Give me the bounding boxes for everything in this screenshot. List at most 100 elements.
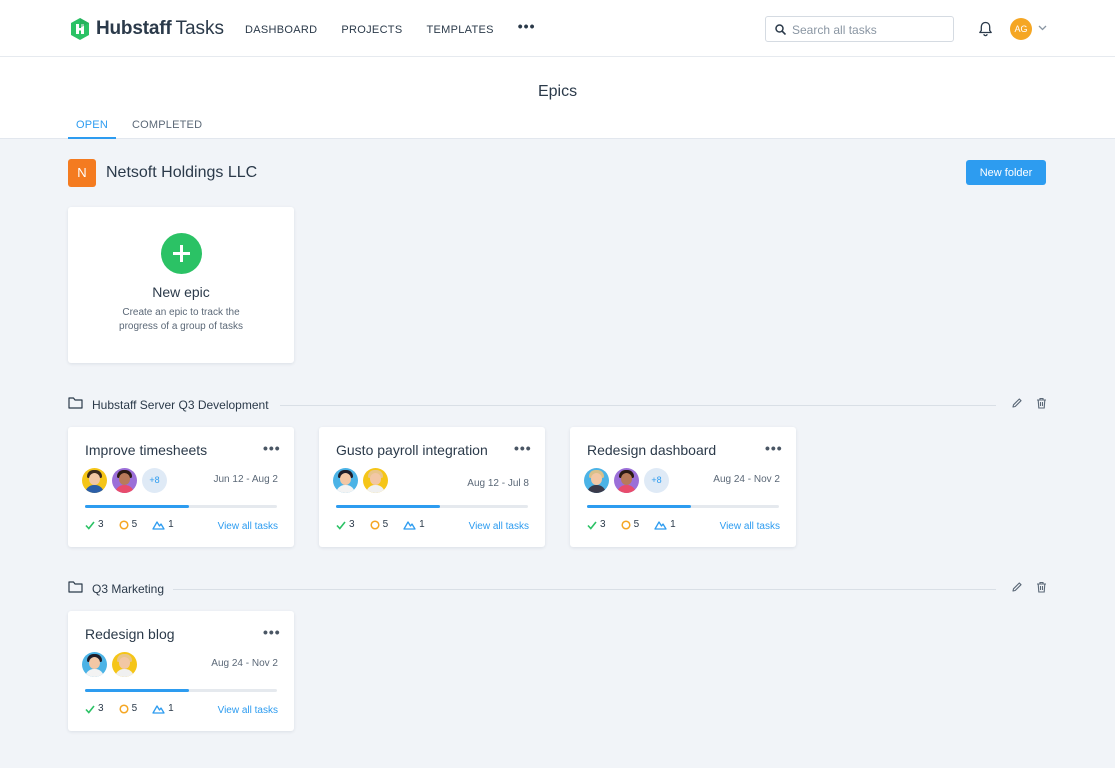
epic-members: +8 xyxy=(82,468,172,493)
trash-icon[interactable] xyxy=(1036,581,1047,593)
epic-card[interactable]: Gusto payroll integration ••• Aug 12 - J… xyxy=(319,427,545,547)
notification-bell-icon[interactable] xyxy=(978,21,993,37)
more-members-badge[interactable]: +8 xyxy=(142,468,167,493)
done-count: 3 xyxy=(85,703,104,714)
epic-menu-button[interactable]: ••• xyxy=(765,440,783,456)
brand-name: Hubstaff xyxy=(96,18,172,39)
org-badge: N xyxy=(68,159,96,187)
epic-progress-bar xyxy=(85,689,277,692)
nav-templates[interactable]: TEMPLATES xyxy=(426,24,493,36)
search-input[interactable] xyxy=(792,21,947,39)
blocked-count: 1 xyxy=(152,519,174,530)
check-icon xyxy=(85,705,95,714)
tab-completed[interactable]: COMPLETED xyxy=(124,119,210,139)
open-count: 5 xyxy=(119,703,138,714)
view-all-tasks-link[interactable]: View all tasks xyxy=(720,521,780,532)
blocked-count-value: 1 xyxy=(168,519,174,530)
edit-pencil-icon[interactable] xyxy=(1011,397,1023,409)
view-all-tasks-link[interactable]: View all tasks xyxy=(218,705,278,716)
open-count-value: 5 xyxy=(131,703,138,714)
member-avatar[interactable] xyxy=(82,652,107,677)
epic-title: Gusto payroll integration xyxy=(336,442,488,458)
tab-bar: OPEN COMPLETED xyxy=(68,119,218,139)
open-count-value: 5 xyxy=(131,519,138,530)
epic-title: Redesign blog xyxy=(85,626,175,642)
milestone-icon xyxy=(152,521,165,530)
top-navbar: Hubstaff Tasks DASHBOARD PROJECTS TEMPLA… xyxy=(0,0,1115,57)
epic-dates: Aug 12 - Jul 8 xyxy=(467,478,529,489)
org-name: Netsoft Holdings LLC xyxy=(106,164,258,181)
member-avatar[interactable] xyxy=(333,468,358,493)
new-epic-card[interactable]: New epic Create an epic to track the pro… xyxy=(68,207,294,363)
open-count-value: 5 xyxy=(633,519,640,530)
user-avatar[interactable]: AG xyxy=(1010,18,1032,40)
member-avatar[interactable] xyxy=(112,468,137,493)
epic-menu-button[interactable]: ••• xyxy=(263,624,281,640)
done-count: 3 xyxy=(85,519,104,530)
hubstaff-logo-icon xyxy=(71,18,89,40)
milestone-icon xyxy=(152,705,165,714)
blocked-count: 1 xyxy=(403,519,425,530)
edit-pencil-icon[interactable] xyxy=(1011,581,1023,593)
epic-menu-button[interactable]: ••• xyxy=(514,440,532,456)
epic-stats: 3 5 1 xyxy=(85,519,189,530)
more-members-badge[interactable]: +8 xyxy=(644,468,669,493)
progress-fill xyxy=(587,505,691,508)
page-title: Epics xyxy=(537,83,578,100)
nav-projects[interactable]: PROJECTS xyxy=(341,24,402,36)
epic-card[interactable]: Redesign blog ••• Aug 24 - Nov 2 3 5 1 V… xyxy=(68,611,294,731)
check-icon xyxy=(85,521,95,530)
view-all-tasks-link[interactable]: View all tasks xyxy=(469,521,529,532)
trash-icon[interactable] xyxy=(1036,397,1047,409)
view-all-tasks-link[interactable]: View all tasks xyxy=(218,521,278,532)
tab-open[interactable]: OPEN xyxy=(68,119,116,139)
member-avatar[interactable] xyxy=(363,468,388,493)
folder-name: Q3 Marketing xyxy=(92,582,165,596)
epic-dates: Aug 24 - Nov 2 xyxy=(713,474,780,485)
nav-more-button[interactable]: ••• xyxy=(518,18,536,36)
epic-dates: Aug 24 - Nov 2 xyxy=(211,658,278,669)
epic-stats: 3 5 1 xyxy=(85,703,189,714)
blocked-count-value: 1 xyxy=(168,703,174,714)
new-folder-button[interactable]: New folder xyxy=(966,160,1046,185)
progress-fill xyxy=(85,505,189,508)
folder-icon xyxy=(68,581,83,593)
done-count-value: 3 xyxy=(98,519,104,530)
epic-stats: 3 5 1 xyxy=(587,519,691,530)
app-logo[interactable]: Hubstaff Tasks xyxy=(68,16,224,42)
page-header: Epics OPEN COMPLETED xyxy=(0,57,1115,139)
open-circle-icon xyxy=(621,520,631,530)
done-count: 3 xyxy=(336,519,355,530)
plus-icon xyxy=(173,245,190,262)
blocked-count-value: 1 xyxy=(670,519,676,530)
done-count: 3 xyxy=(587,519,606,530)
member-avatar[interactable] xyxy=(614,468,639,493)
epic-progress-bar xyxy=(587,505,779,508)
epic-card[interactable]: Redesign dashboard ••• +8 Aug 24 - Nov 2… xyxy=(570,427,796,547)
epic-card[interactable]: Improve timesheets ••• +8 Jun 12 - Aug 2… xyxy=(68,427,294,547)
epic-menu-button[interactable]: ••• xyxy=(263,440,281,456)
new-epic-title: New epic xyxy=(152,284,210,300)
nav-dashboard[interactable]: DASHBOARD xyxy=(245,24,317,36)
blocked-count: 1 xyxy=(654,519,676,530)
folder-row: Q3 Marketing xyxy=(68,579,1048,599)
check-icon xyxy=(587,521,597,530)
milestone-icon xyxy=(654,521,667,530)
chevron-down-icon[interactable] xyxy=(1038,25,1047,31)
member-avatar[interactable] xyxy=(112,652,137,677)
check-icon xyxy=(336,521,346,530)
done-count-value: 3 xyxy=(600,519,606,530)
folder-divider xyxy=(280,405,996,406)
member-avatar[interactable] xyxy=(82,468,107,493)
open-count: 5 xyxy=(621,519,640,530)
add-epic-button[interactable] xyxy=(161,233,202,274)
epic-members xyxy=(333,468,393,493)
folder-divider xyxy=(173,589,996,590)
done-count-value: 3 xyxy=(98,703,104,714)
epic-progress-bar xyxy=(336,505,528,508)
epic-members: +8 xyxy=(584,468,674,493)
epic-dates: Jun 12 - Aug 2 xyxy=(213,474,279,485)
member-avatar[interactable] xyxy=(584,468,609,493)
epic-title: Redesign dashboard xyxy=(587,442,717,458)
new-epic-description: Create an epic to track the progress of … xyxy=(119,307,243,332)
